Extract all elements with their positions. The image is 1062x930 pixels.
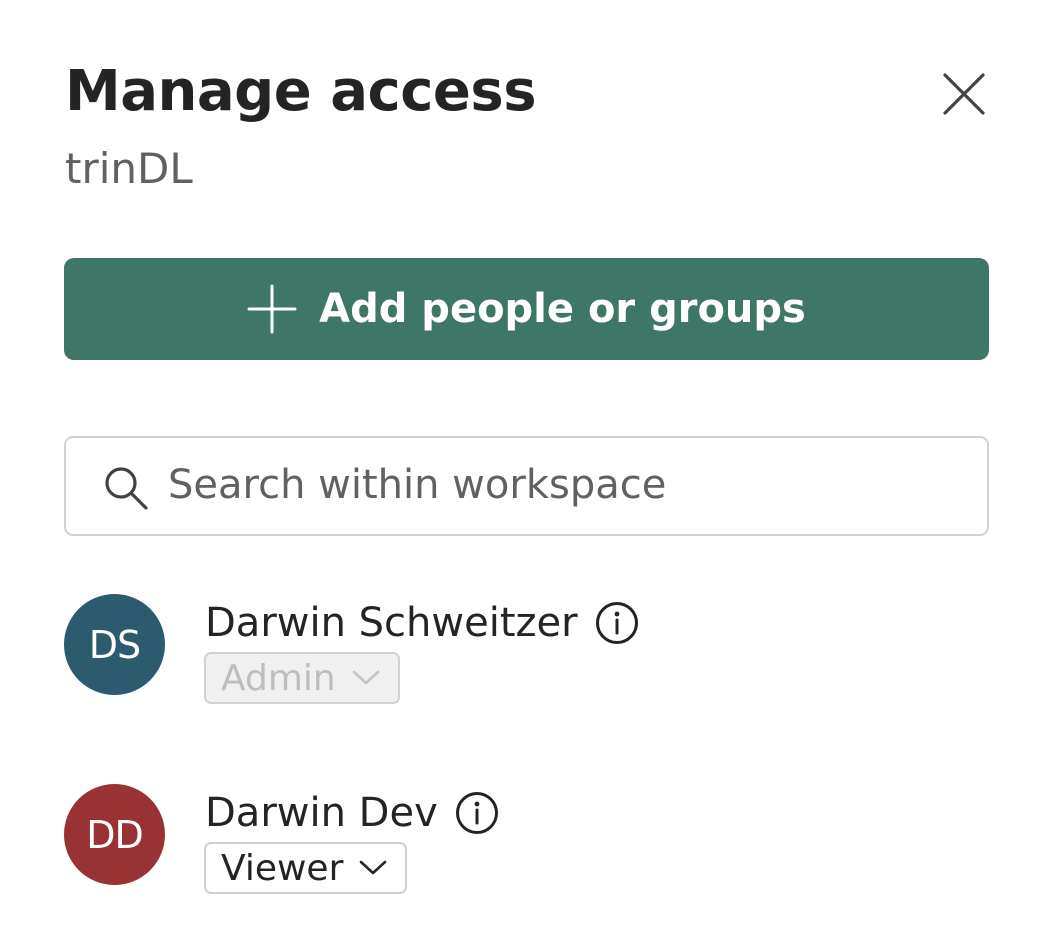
add-people-button[interactable]: Add people or groups [64,258,989,360]
avatar: DS [64,594,165,695]
member-name-row: Darwin Dev [205,787,500,839]
chevron-down-icon [360,860,387,875]
plus-icon [247,284,297,334]
panel-title: Manage access [65,59,537,124]
role-dropdown[interactable]: Admin [204,652,400,704]
member-row: DS Darwin Schweitzer Admin [64,594,964,714]
search-input[interactable] [168,454,968,516]
member-name: Darwin Schweitzer [205,600,578,646]
manage-access-panel: Manage access trinDL Add people or group… [0,0,1062,930]
role-dropdown[interactable]: Viewer [204,842,408,894]
info-icon[interactable] [454,790,500,836]
member-row: DD Darwin Dev Viewer [64,784,964,904]
search-icon [105,467,148,510]
workspace-name: trinDL [65,144,193,193]
avatar: DD [64,784,165,885]
role-label: Viewer [221,847,344,889]
role-label: Admin [221,657,336,699]
member-name-row: Darwin Schweitzer [205,597,640,649]
close-button[interactable] [934,64,994,124]
add-people-label: Add people or groups [319,286,806,332]
member-name: Darwin Dev [205,790,438,836]
chevron-down-icon [352,670,380,685]
close-icon [943,73,985,115]
info-icon[interactable] [594,600,640,646]
search-box[interactable] [64,436,989,536]
